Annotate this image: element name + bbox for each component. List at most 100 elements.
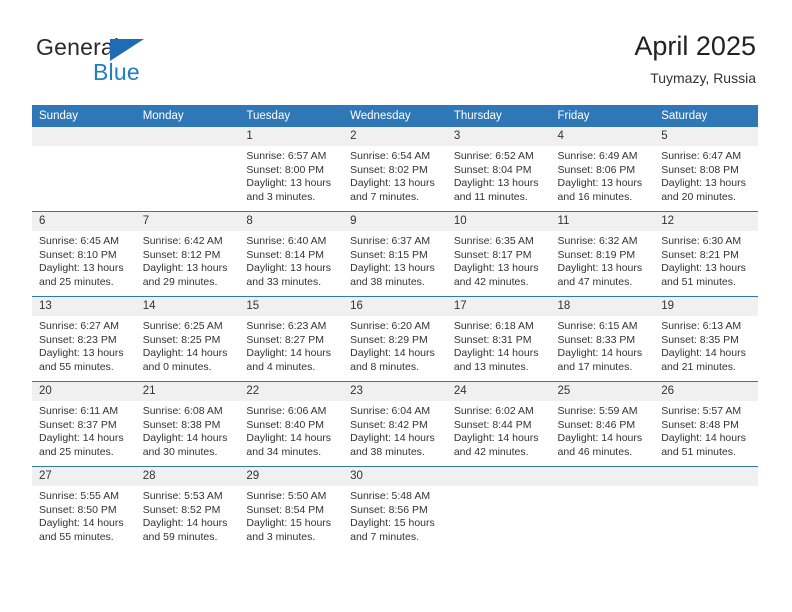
sunrise-text: Sunrise: 6:08 AM (142, 405, 223, 417)
daylight-text: Daylight: 13 hours (39, 262, 124, 275)
daylight-text: Daylight: 13 hours (557, 262, 643, 275)
daylight-text: and 38 minutes. (350, 275, 425, 288)
day-number: 28 (135, 467, 240, 486)
sunrise-text: Sunrise: 6:02 AM (453, 405, 534, 417)
sunrise-text: Sunrise: 6:18 AM (453, 320, 534, 332)
calendar-day-cell[interactable]: 5 Sunrise: 6:47 AM Sunset: 8:08 PM Daylight… (654, 127, 758, 212)
daylight-text: and 33 minutes. (246, 275, 322, 288)
daylight-text: Daylight: 14 hours (39, 432, 124, 445)
daylight-text: Daylight: 14 hours (39, 517, 124, 530)
sunrise-text: Sunrise: 5:59 AM (557, 405, 638, 417)
blue-triangle-logo-mark-icon (110, 39, 144, 61)
calendar-day-cell[interactable]: 14 Sunrise: 6:25 AM Sunset: 8:25 PM Dayligh… (135, 296, 240, 382)
daylight-text: and 20 minutes. (661, 190, 736, 203)
calendar-day-cell[interactable]: 29 Sunrise: 5:50 AM Sunset: 8:54 PM Dayligh… (239, 466, 344, 551)
day-cell-details: Sunrise: 6:49 AM Sunset: 8:06 PM Daylight:… (551, 146, 655, 204)
calendar-day-cell[interactable]: 8 Sunrise: 6:40 AM Sunset: 8:14 PM Daylight… (239, 211, 344, 297)
daylight-text: and 13 minutes. (453, 360, 529, 373)
calendar-day-cell[interactable]: 20 Sunrise: 6:11 AM Sunset: 8:37 PM Dayligh… (32, 381, 136, 467)
sunrise-text: Sunrise: 6:42 AM (142, 235, 223, 247)
calendar-day-cell[interactable]: 17 Sunrise: 6:18 AM Sunset: 8:31 PM Dayligh… (446, 296, 551, 382)
calendar-day-cell[interactable]: 24 Sunrise: 6:02 AM Sunset: 8:44 PM Dayligh… (446, 381, 551, 467)
daylight-text: and 55 minutes. (39, 360, 114, 373)
calendar-day-cell[interactable]: 22 Sunrise: 6:06 AM Sunset: 8:40 PM Dayligh… (239, 381, 344, 467)
sunrise-text: Sunrise: 6:52 AM (453, 150, 534, 162)
day-number (654, 467, 758, 486)
daylight-text: Daylight: 13 hours (661, 262, 746, 275)
calendar-day-cell[interactable]: 15 Sunrise: 6:23 AM Sunset: 8:27 PM Dayligh… (239, 296, 344, 382)
day-number: 24 (446, 382, 551, 401)
day-number: 1 (239, 127, 344, 146)
calendar-table: Sunday Monday Tuesday Wednesday Thursday Frid… (32, 105, 758, 551)
day-cell-details: Sunrise: 6:57 AM Sunset: 8:00 PM Daylight:… (239, 146, 343, 204)
sunrise-text: Sunrise: 6:23 AM (246, 320, 327, 332)
calendar-day-cell[interactable]: 27 Sunrise: 5:55 AM Sunset: 8:50 PM Dayligh… (32, 466, 136, 551)
brand-logo[interactable]: General Blue (36, 34, 276, 92)
day-cell-details: Sunrise: 6:54 AM Sunset: 8:02 PM Daylight:… (343, 146, 447, 204)
calendar-body: 1 Sunrise: 6:57 AM Sunset: 8:00 PM Daylight… (32, 127, 758, 551)
day-number: 5 (654, 127, 758, 146)
sunset-text: Sunset: 8:50 PM (39, 503, 117, 516)
day-number (550, 467, 655, 486)
calendar-day-cell[interactable]: 10 Sunrise: 6:35 AM Sunset: 8:17 PM Dayligh… (446, 211, 551, 297)
calendar-day-cell-empty (32, 127, 136, 212)
day-number: 10 (446, 212, 551, 231)
sunrise-text: Sunrise: 6:11 AM (39, 405, 119, 417)
daylight-text: and 42 minutes. (453, 445, 529, 458)
calendar-day-cell[interactable]: 12 Sunrise: 6:30 AM Sunset: 8:21 PM Dayligh… (654, 211, 758, 297)
daylight-text: and 51 minutes. (661, 445, 736, 458)
calendar-day-cell[interactable]: 13 Sunrise: 6:27 AM Sunset: 8:23 PM Dayligh… (32, 296, 136, 382)
calendar-day-cell[interactable]: 26 Sunrise: 5:57 AM Sunset: 8:48 PM Dayligh… (654, 381, 758, 467)
calendar-day-cell[interactable]: 25 Sunrise: 5:59 AM Sunset: 8:46 PM Dayligh… (550, 381, 655, 467)
sunrise-text: Sunrise: 6:49 AM (557, 150, 638, 162)
calendar-day-cell[interactable]: 7 Sunrise: 6:42 AM Sunset: 8:12 PM Daylight… (135, 211, 240, 297)
daylight-text: Daylight: 14 hours (142, 347, 228, 360)
day-number: 22 (239, 382, 344, 401)
daylight-text: Daylight: 14 hours (557, 432, 643, 445)
calendar-day-cell[interactable]: 23 Sunrise: 6:04 AM Sunset: 8:42 PM Dayligh… (343, 381, 447, 467)
sunrise-text: Sunrise: 5:57 AM (661, 405, 742, 417)
sunrise-text: Sunrise: 6:45 AM (39, 235, 119, 247)
calendar-day-cell[interactable]: 18 Sunrise: 6:15 AM Sunset: 8:33 PM Dayligh… (550, 296, 655, 382)
daylight-text: and 29 minutes. (142, 275, 218, 288)
calendar-day-cell[interactable]: 21 Sunrise: 6:08 AM Sunset: 8:38 PM Dayligh… (135, 381, 240, 467)
daylight-text: and 17 minutes. (557, 360, 633, 373)
calendar-day-cell[interactable]: 2 Sunrise: 6:54 AM Sunset: 8:02 PM Daylight… (343, 127, 447, 212)
calendar-day-cell[interactable]: 4 Sunrise: 6:49 AM Sunset: 8:06 PM Daylight… (550, 127, 655, 212)
day-cell-details (447, 486, 551, 490)
day-number: 12 (654, 212, 758, 231)
day-number: 18 (550, 297, 655, 316)
calendar-day-cell[interactable]: 16 Sunrise: 6:20 AM Sunset: 8:29 PM Dayligh… (343, 296, 447, 382)
calendar-day-cell[interactable]: 6 Sunrise: 6:45 AM Sunset: 8:10 PM Daylight… (32, 211, 136, 297)
sunset-text: Sunset: 8:02 PM (350, 163, 428, 176)
daylight-text: and 47 minutes. (557, 275, 633, 288)
day-cell-details: Sunrise: 6:02 AM Sunset: 8:44 PM Daylight:… (447, 401, 551, 459)
calendar-day-cell[interactable]: 28 Sunrise: 5:53 AM Sunset: 8:52 PM Dayligh… (135, 466, 240, 551)
day-cell-details: Sunrise: 6:35 AM Sunset: 8:17 PM Daylight:… (447, 231, 551, 289)
daylight-text: Daylight: 13 hours (246, 262, 332, 275)
day-number: 30 (343, 467, 447, 486)
sunrise-text: Sunrise: 6:20 AM (350, 320, 431, 332)
day-cell-details: Sunrise: 6:32 AM Sunset: 8:19 PM Daylight:… (551, 231, 655, 289)
day-cell-details: Sunrise: 5:48 AM Sunset: 8:56 PM Daylight:… (343, 486, 447, 544)
day-cell-details: Sunrise: 6:06 AM Sunset: 8:40 PM Daylight:… (239, 401, 343, 459)
day-cell-details: Sunrise: 5:57 AM Sunset: 8:48 PM Daylight:… (654, 401, 758, 459)
calendar-day-cell[interactable]: 30 Sunrise: 5:48 AM Sunset: 8:56 PM Dayligh… (343, 466, 447, 551)
calendar-day-cell[interactable]: 9 Sunrise: 6:37 AM Sunset: 8:15 PM Daylight… (343, 211, 447, 297)
daylight-text: Daylight: 13 hours (246, 177, 332, 190)
sunset-text: Sunset: 8:56 PM (350, 503, 428, 516)
calendar-week-row: 27 Sunrise: 5:55 AM Sunset: 8:50 PM Dayligh… (32, 466, 758, 551)
day-number: 13 (32, 297, 136, 316)
sunset-text: Sunset: 8:44 PM (453, 418, 532, 431)
calendar-week-row: 1 Sunrise: 6:57 AM Sunset: 8:00 PM Daylight… (32, 127, 758, 212)
weekday-header-friday: Friday (550, 105, 655, 127)
calendar-day-cell[interactable]: 11 Sunrise: 6:32 AM Sunset: 8:19 PM Dayligh… (550, 211, 655, 297)
day-number: 20 (32, 382, 136, 401)
sunrise-text: Sunrise: 5:55 AM (39, 490, 119, 502)
calendar-day-cell[interactable]: 19 Sunrise: 6:13 AM Sunset: 8:35 PM Dayligh… (654, 296, 758, 382)
sunrise-text: Sunrise: 6:06 AM (246, 405, 327, 417)
calendar-day-cell[interactable]: 3 Sunrise: 6:52 AM Sunset: 8:04 PM Daylight… (446, 127, 551, 212)
daylight-text: and 11 minutes. (453, 190, 528, 203)
day-number: 23 (343, 382, 447, 401)
calendar-day-cell[interactable]: 1 Sunrise: 6:57 AM Sunset: 8:00 PM Daylight… (239, 127, 344, 212)
